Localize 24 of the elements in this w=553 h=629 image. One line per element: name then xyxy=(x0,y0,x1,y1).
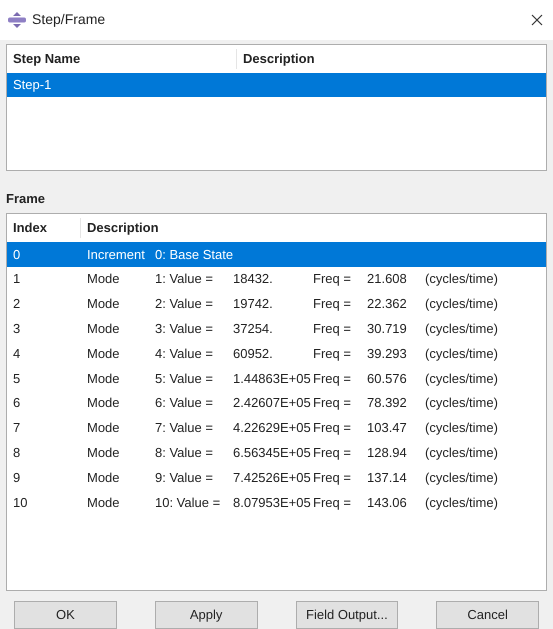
frame-row[interactable]: 2 Mode 2: Value = 19742. Freq = 22.362 (cycles/time) xyxy=(7,292,546,316)
frame-row[interactable]: 5 Mode 5: Value = 1.44863E+05 Freq = 60.576 (cycles/time) xyxy=(7,366,546,391)
dialog-button[interactable]: Field Output... xyxy=(296,600,398,629)
frame-row[interactable]: 10 Mode 10: Value = 8.07953E+05 Freq = 143.06 (cycles/time) xyxy=(7,490,546,515)
app-icon xyxy=(8,12,26,28)
column-header[interactable]: Description xyxy=(237,49,315,69)
frame-row[interactable]: 0 Increment 0: Base State xyxy=(7,242,546,267)
frame-row[interactable]: 1 Mode 1: Value = 18432. Freq = 21.608 (cycles/time) xyxy=(7,266,546,292)
dialog-button[interactable]: Cancel xyxy=(436,600,539,629)
step-row[interactable]: Step-1 xyxy=(7,72,546,97)
column-header[interactable]: Description xyxy=(81,218,159,238)
section-label: Frame xyxy=(6,190,46,208)
close-icon[interactable] xyxy=(531,14,543,26)
window-title: Step/Frame xyxy=(32,10,106,30)
column-header[interactable]: Index xyxy=(7,218,81,238)
frame-row[interactable]: 9 Mode 9: Value = 7.42526E+05 Freq = 137.14 (cycles/time) xyxy=(7,465,546,490)
frame-row[interactable]: 6 Mode 6: Value = 2.42607E+05 Freq = 78.392 (cycles/time) xyxy=(7,390,546,416)
frame-row[interactable]: 4 Mode 4: Value = 60952. Freq = 39.293 (cycles/time) xyxy=(7,341,546,366)
dialog-button[interactable]: Apply xyxy=(154,600,258,629)
frame-row[interactable]: 7 Mode 7: Value = 4.22629E+05 Freq = 103.47 (cycles/time) xyxy=(7,416,546,440)
column-header[interactable]: Step Name xyxy=(7,49,237,69)
dialog-button[interactable]: OK xyxy=(14,600,117,629)
frame-row[interactable]: 3 Mode 3: Value = 37254. Freq = 30.719 (cycles/time) xyxy=(7,316,546,342)
frame-row[interactable]: 8 Mode 8: Value = 6.56345E+05 Freq = 128.94 (cycles/time) xyxy=(7,440,546,466)
